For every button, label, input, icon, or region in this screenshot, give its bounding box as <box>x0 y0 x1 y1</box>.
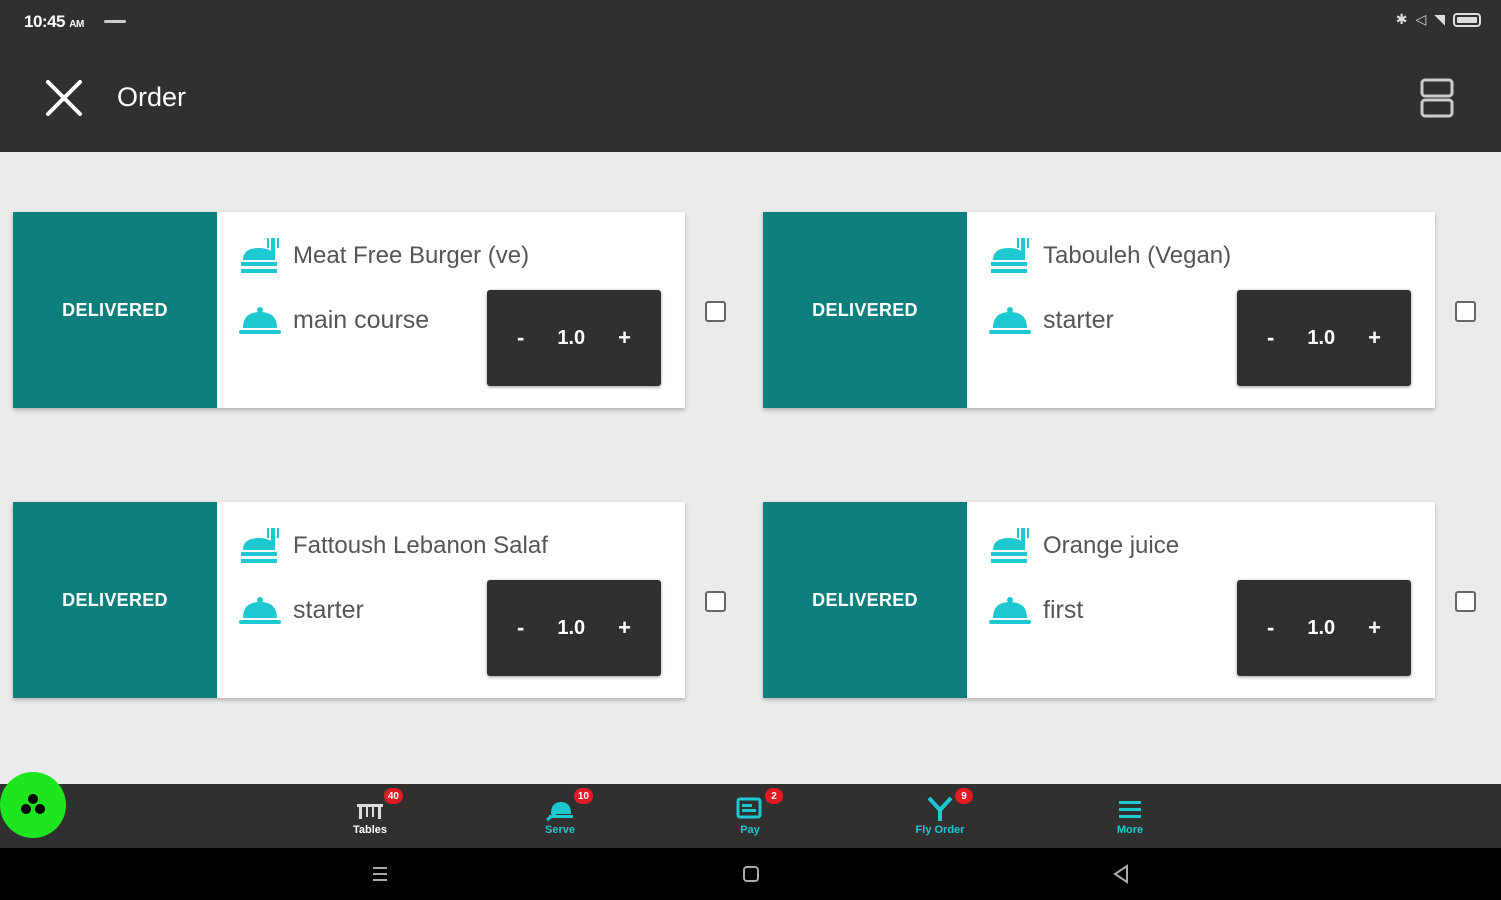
decrease-button[interactable]: - <box>1267 325 1274 351</box>
course-label: starter <box>1043 305 1114 334</box>
fly-order-icon <box>927 796 953 821</box>
status-badge: DELIVERED <box>13 212 217 408</box>
nav-label: Tables <box>352 824 388 836</box>
cloche-icon <box>989 597 1031 624</box>
nav-label: Serve <box>545 824 575 836</box>
close-icon[interactable] <box>42 76 86 120</box>
order-list: DELIVERED Meat Free Burger (ve) main cou… <box>0 152 1501 784</box>
status-badge: DELIVERED <box>13 502 217 698</box>
increase-button[interactable]: + <box>618 325 631 351</box>
cloche-icon <box>239 597 281 624</box>
nav-item-serve[interactable]: 10 Serve <box>505 784 615 848</box>
order-checkbox[interactable] <box>705 301 726 322</box>
increase-button[interactable]: + <box>1368 325 1381 351</box>
group-icon <box>21 794 45 814</box>
wifi-icon: ◥ <box>1434 11 1445 27</box>
page-title: Order <box>117 82 187 112</box>
status-time: 10:45 AM <box>24 12 84 31</box>
pay-icon <box>736 797 762 819</box>
notification-badge: 40 <box>383 788 403 804</box>
order-card[interactable]: DELIVERED Meat Free Burger (ve) main cou… <box>13 212 685 408</box>
cloche-icon <box>239 307 281 334</box>
serve-icon <box>546 802 573 822</box>
item-name: Orange juice <box>1043 532 1180 559</box>
order-card[interactable]: DELIVERED Fattoush Lebanon Salaf starter… <box>13 502 685 698</box>
status-badge: DELIVERED <box>763 502 967 698</box>
decrease-button[interactable]: - <box>517 615 524 641</box>
system-icons: ✱ ◁ ◥ <box>1396 11 1481 28</box>
course-label: starter <box>293 595 364 624</box>
cloche-icon <box>989 307 1031 334</box>
increase-button[interactable]: + <box>1368 615 1381 641</box>
quantity-value: 1.0 <box>557 326 586 349</box>
nav-label: More <box>1116 824 1144 836</box>
increase-button[interactable]: + <box>618 615 631 641</box>
food-tray-icon <box>241 528 279 563</box>
notification-indicator <box>104 20 126 23</box>
quantity-stepper: - 1.0 + <box>1237 580 1411 676</box>
nav-item-pay[interactable]: 2 Pay <box>695 784 805 848</box>
view-toggle-icon[interactable] <box>1420 78 1454 118</box>
food-tray-icon <box>991 238 1029 273</box>
food-tray-icon <box>991 528 1029 563</box>
quantity-value: 1.0 <box>557 616 586 639</box>
quantity-value: 1.0 <box>1307 616 1336 639</box>
menu-icon <box>1119 801 1141 818</box>
home-icon[interactable] <box>739 862 763 886</box>
volume-icon: ◁ <box>1415 11 1427 27</box>
quantity-stepper: - 1.0 + <box>487 290 661 386</box>
nav-item-fly-order[interactable]: 9 Fly Order <box>885 784 995 848</box>
tables-icon <box>357 804 383 819</box>
back-icon[interactable] <box>1109 862 1133 886</box>
bluetooth-icon: ✱ <box>1395 11 1408 27</box>
course-label: first <box>1043 595 1084 624</box>
order-card[interactable]: DELIVERED Tabouleh (Vegan) starter - 1.0… <box>763 212 1435 408</box>
decrease-button[interactable]: - <box>1267 615 1274 641</box>
app-bar: Order <box>0 44 1501 152</box>
nav-label: Fly Order <box>915 824 965 836</box>
order-checkbox[interactable] <box>705 591 726 612</box>
order-card[interactable]: DELIVERED Orange juice first - 1.0 + <box>763 502 1435 698</box>
item-name: Tabouleh (Vegan) <box>1043 242 1232 269</box>
item-name: Meat Free Burger (ve) <box>293 242 530 269</box>
system-nav-bar <box>0 848 1501 900</box>
status-bar: 10:45 AM ✱ ◁ ◥ <box>0 0 1501 44</box>
quantity-stepper: - 1.0 + <box>487 580 661 676</box>
nav-label: Pay <box>740 824 760 836</box>
quantity-stepper: - 1.0 + <box>1237 290 1411 386</box>
bottom-nav: 40 Tables 10 Serve 2 Pay 9 Fly Order Mor… <box>0 784 1501 848</box>
food-tray-icon <box>241 238 279 273</box>
nav-item-more[interactable]: More <box>1075 784 1185 848</box>
order-checkbox[interactable] <box>1455 591 1476 612</box>
battery-icon <box>1453 12 1481 27</box>
course-label: main course <box>293 305 430 334</box>
notification-badge: 2 <box>765 788 783 804</box>
nav-item-tables[interactable]: 40 Tables <box>315 784 425 848</box>
item-name: Fattoush Lebanon Salaf <box>293 532 548 559</box>
decrease-button[interactable]: - <box>517 325 524 351</box>
notification-badge: 9 <box>955 788 973 804</box>
recent-apps-icon[interactable] <box>368 862 392 886</box>
notification-badge: 10 <box>573 788 593 804</box>
status-badge: DELIVERED <box>763 212 967 408</box>
order-checkbox[interactable] <box>1455 301 1476 322</box>
quantity-value: 1.0 <box>1307 326 1336 349</box>
floating-action-button[interactable] <box>0 772 66 838</box>
